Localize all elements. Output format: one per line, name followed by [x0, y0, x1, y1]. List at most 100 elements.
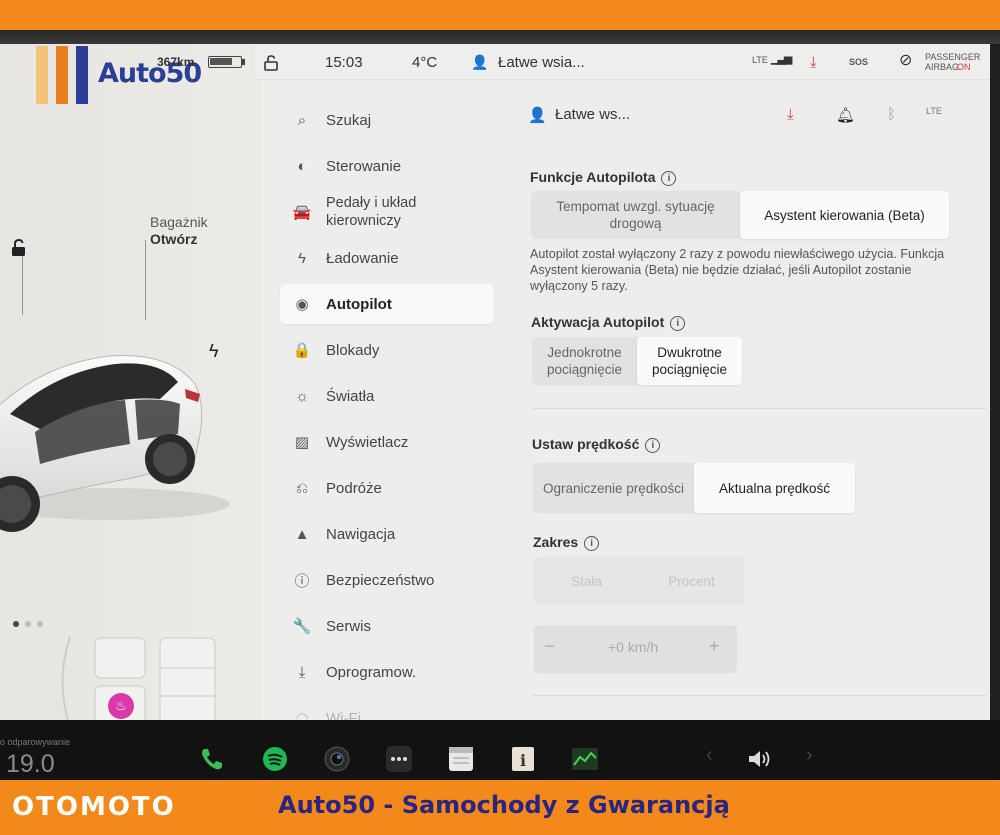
speed-option[interactable]: Ograniczenie prędkości: [533, 463, 694, 513]
phone-icon[interactable]: [198, 745, 226, 773]
spotify-icon[interactable]: [261, 745, 289, 773]
range-selector: Stała Procent: [534, 557, 744, 605]
speed-title: Ustaw prędkość i: [532, 436, 661, 453]
nav-item[interactable]: 🚘 Pedały i układ kierowniczy: [280, 192, 494, 232]
top-banner: [0, 0, 1000, 30]
nav-item[interactable]: 🔒 Blokady: [280, 330, 494, 370]
range-title: Zakres i: [533, 534, 600, 551]
more-apps-icon[interactable]: [385, 745, 413, 773]
wrench-icon: 🔧: [292, 618, 312, 635]
download-icon[interactable]: ⤓: [810, 54, 817, 71]
volume-icon[interactable]: [745, 745, 773, 773]
manual-icon[interactable]: i: [509, 745, 537, 773]
activation-option[interactable]: Dwukrotne pociągnięcie: [637, 337, 742, 385]
lock-status-icon[interactable]: [263, 54, 281, 76]
calendar-icon[interactable]: [447, 745, 475, 773]
activation-selector: Jednokrotne pociągnięcie Dwukrotne pocią…: [532, 337, 742, 385]
driver-profile[interactable]: Łatwe wsia...: [498, 54, 585, 71]
speed-offset-stepper: − +0 km/h +: [534, 625, 737, 673]
info-icon[interactable]: i: [645, 438, 661, 453]
frunk-callout-line: [22, 255, 23, 315]
airbag-label-2: AIRBAG: [925, 62, 960, 72]
divider: [532, 695, 987, 696]
battery-range: 367km: [157, 55, 195, 69]
download-icon: ⤓: [298, 663, 306, 681]
nav-item[interactable]: ⌕ Szukaj: [280, 100, 494, 140]
safety-icon: ⓘ: [294, 572, 310, 590]
steering-wheel-icon: ◉: [295, 296, 309, 313]
seat-map[interactable]: [50, 632, 220, 732]
page-dots: [13, 614, 49, 632]
cabin-temperature[interactable]: 19.0: [6, 750, 55, 779]
logo-bar-1: [36, 46, 48, 104]
increment-button[interactable]: +: [709, 636, 720, 657]
info-icon[interactable]: i: [661, 171, 677, 186]
nav-item[interactable]: ⤓ Oprogramow.: [280, 652, 494, 692]
activation-option[interactable]: Jednokrotne pociągnięcie: [532, 337, 637, 385]
energy-graph-icon[interactable]: [571, 745, 599, 773]
sos-indicator[interactable]: SOS: [849, 57, 868, 67]
otomoto-logo: OTOMOTO: [12, 792, 176, 822]
nav-item[interactable]: ⎌ Podróże: [280, 468, 494, 508]
charge-port-icon[interactable]: ϟ: [209, 341, 219, 362]
screen-bezel: [0, 30, 1000, 44]
nav-item-label: Serwis: [326, 617, 372, 635]
nav-item[interactable]: ▲ Nawigacja: [280, 514, 494, 554]
battery-fill: [210, 58, 232, 65]
chevron-right-icon[interactable]: ›: [806, 744, 834, 772]
nav-item[interactable]: ◐ Sterowanie: [280, 146, 494, 186]
dealer-tagline: Auto50 - Samochody z Gwarancją: [278, 791, 730, 819]
page-dot: [13, 621, 19, 627]
speed-title-text: Ustaw prędkość: [532, 436, 640, 452]
nav-item-label: Wyświetlacz: [326, 433, 409, 451]
features-title: Funkcje Autopilota i: [530, 169, 677, 186]
logo-bar-2: [56, 46, 68, 104]
seat-heat-icon[interactable]: ♨: [108, 693, 134, 719]
lte-indicator: LTE: [752, 55, 768, 65]
header-download-icon[interactable]: ⤓: [787, 106, 794, 123]
logo-bar-3: [76, 46, 88, 104]
header-profile-icon[interactable]: 👤: [528, 106, 547, 124]
range-option: Stała: [571, 573, 602, 589]
speed-option[interactable]: Aktualna prędkość: [694, 463, 855, 513]
airbag-label: PASSENGER: [925, 52, 981, 62]
range-option: Procent: [668, 573, 715, 589]
trunk-open-button[interactable]: Otwórz: [150, 231, 197, 247]
unlock-icon[interactable]: [9, 238, 29, 263]
nav-item[interactable]: ⓘ Bezpieczeństwo: [280, 560, 494, 600]
car-illustration[interactable]: [0, 294, 262, 594]
nav-item-label: Bezpieczeństwo: [326, 571, 435, 589]
header-profile[interactable]: Łatwe ws...: [555, 106, 630, 123]
nav-item[interactable]: ☼ Światła: [280, 376, 494, 416]
camera-icon[interactable]: [323, 745, 351, 773]
activation-title-text: Aktywacja Autopilot: [531, 314, 665, 330]
bell-icon[interactable]: 🔔︎: [836, 106, 855, 124]
chevron-left-icon[interactable]: ‹: [706, 744, 734, 772]
features-selector: Tempomat uwzgl. sytuację drogową Asysten…: [531, 191, 949, 239]
nav-item[interactable]: 🔧 Serwis: [280, 606, 494, 646]
nav-item[interactable]: ▨ Wyświetlacz: [280, 422, 494, 462]
battery-tip: [242, 59, 245, 65]
nav-item-label: Oprogramow.: [326, 663, 417, 681]
decrement-button[interactable]: −: [544, 636, 555, 657]
lte-signal-icon: LTE: [926, 106, 942, 116]
bottom-banner: OTOMOTO Auto50 - Samochody z Gwarancją: [0, 780, 1000, 835]
defrost-label: o odparowywanie: [0, 737, 71, 747]
bluetooth-icon[interactable]: ᛒ: [887, 106, 896, 123]
nav-item-label: Autopilot: [326, 295, 392, 313]
nav-item[interactable]: ϟ Ładowanie: [280, 238, 494, 278]
nav-item-label: Ładowanie: [326, 249, 399, 267]
range-title-text: Zakres: [533, 534, 579, 550]
airbag-icon: ⊘: [899, 52, 913, 69]
info-icon[interactable]: i: [670, 316, 686, 331]
features-option[interactable]: Tempomat uwzgl. sytuację drogową: [531, 191, 740, 239]
speed-offset-value: +0 km/h: [608, 639, 659, 655]
navigation-icon: ▲: [294, 525, 310, 543]
nav-item[interactable]: ◉ Autopilot: [280, 284, 494, 324]
sun-icon: ☼: [295, 387, 309, 405]
profile-icon[interactable]: 👤: [471, 54, 488, 71]
page-dot: [37, 621, 43, 627]
page-dot: [25, 621, 31, 627]
info-icon[interactable]: i: [584, 536, 600, 551]
features-option[interactable]: Asystent kierowania (Beta): [740, 191, 949, 239]
